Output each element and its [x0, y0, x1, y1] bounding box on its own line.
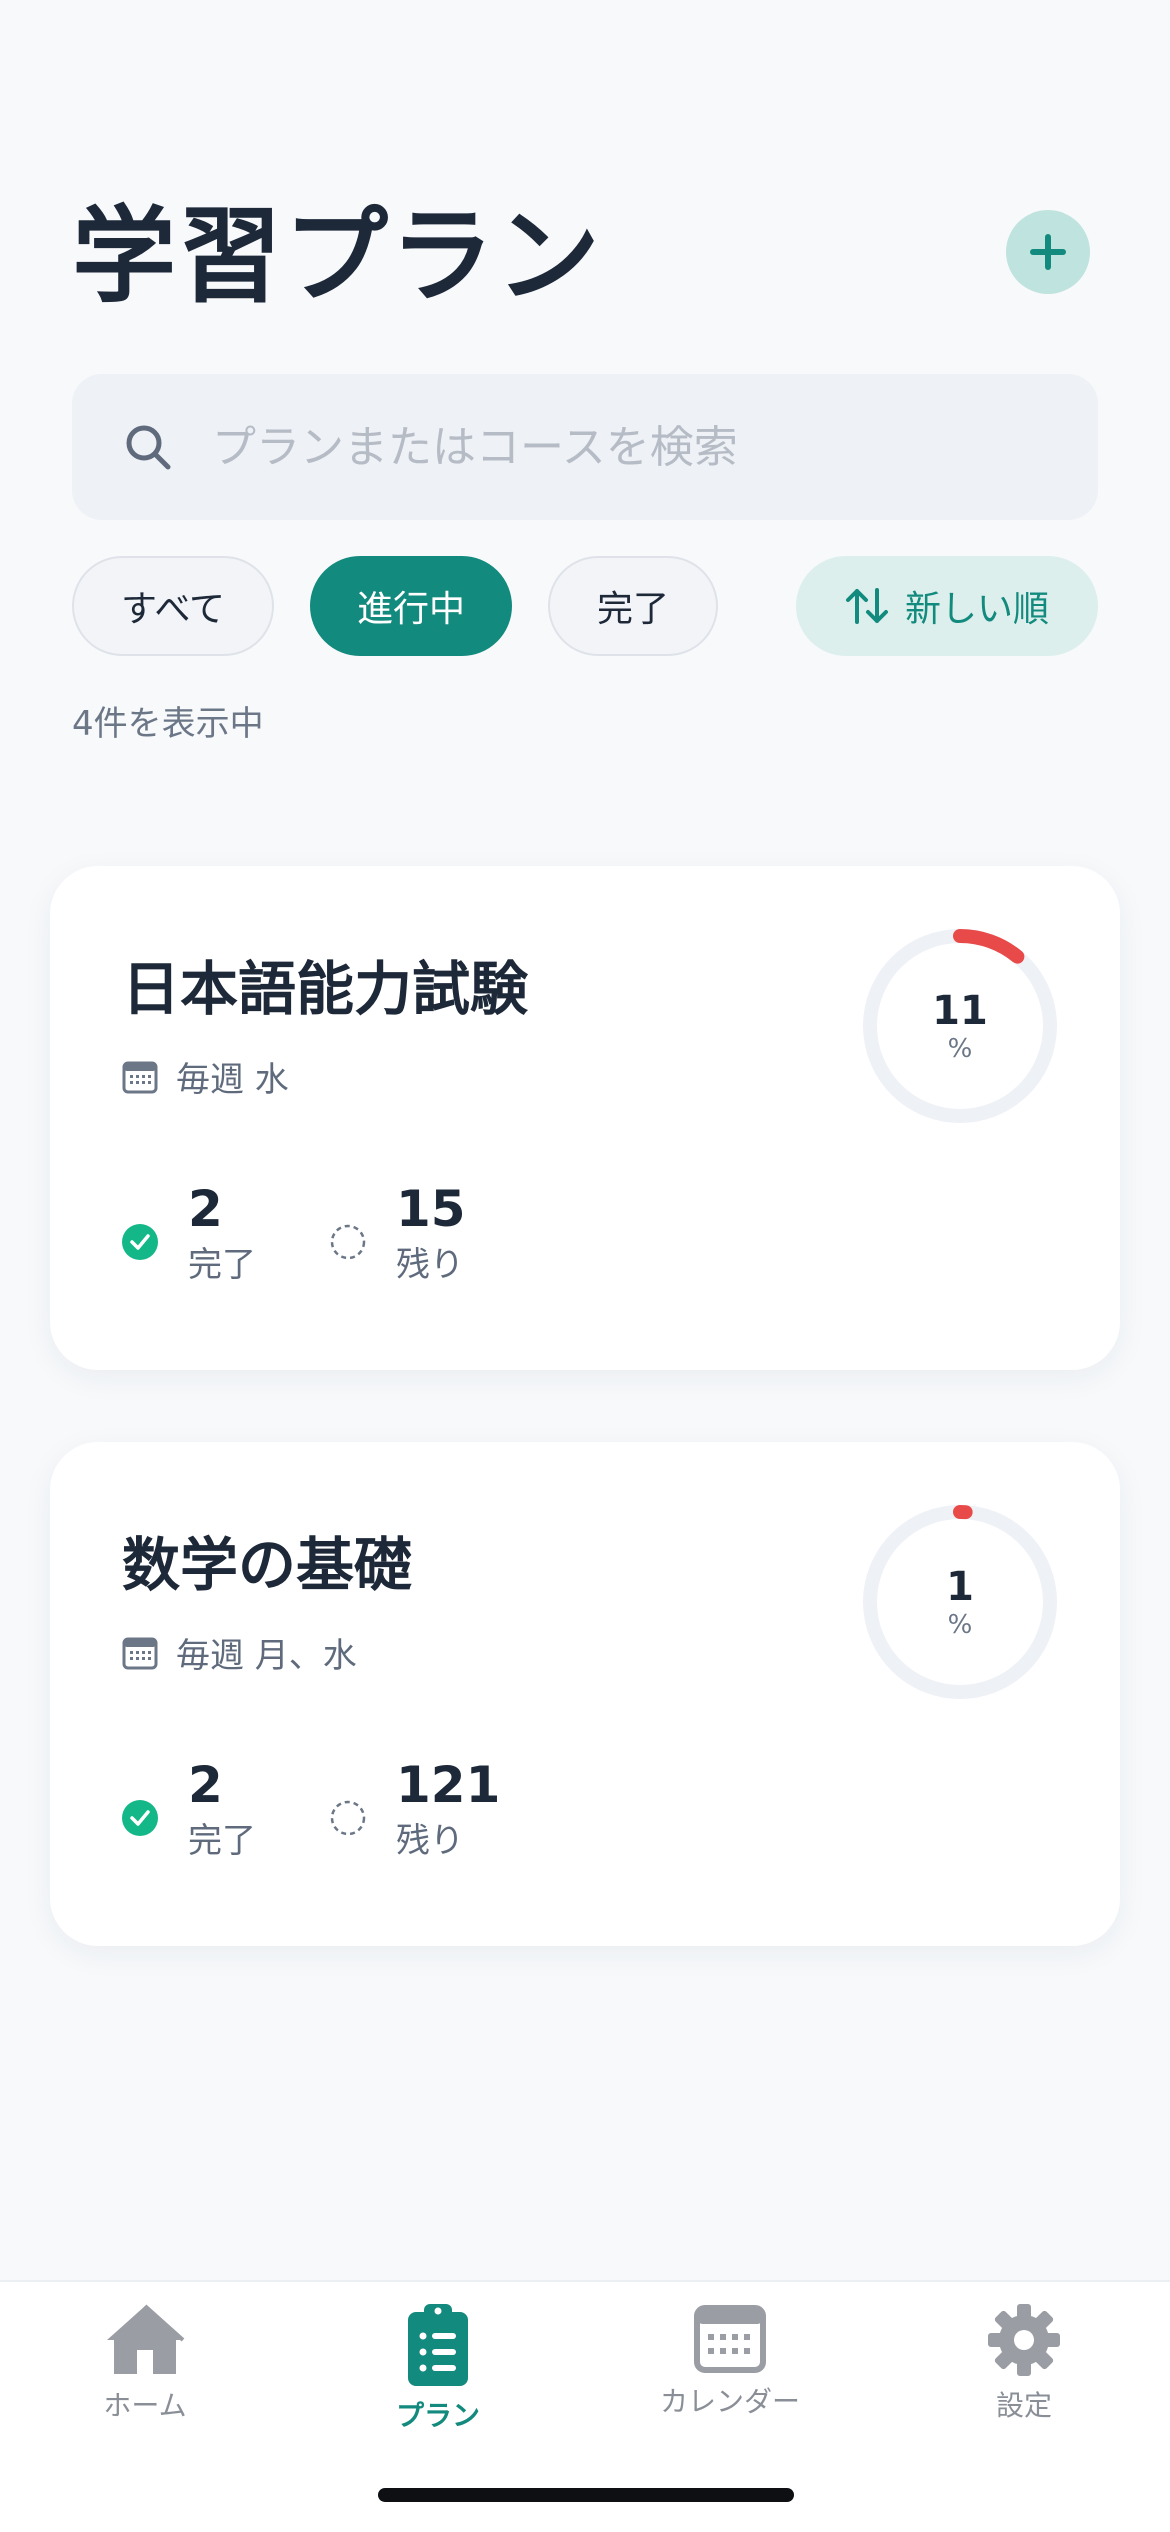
home-icon [107, 2304, 185, 2374]
page-title: 学習プラン [72, 195, 603, 317]
dashed-circle-icon [330, 1800, 366, 1836]
check-circle-icon [122, 1800, 158, 1836]
plan-stats: 2 完了 121 残り [122, 1754, 500, 1866]
plan-stats: 2 完了 15 残り [122, 1178, 466, 1290]
plan-schedule-text: 毎週 月、水 [176, 1636, 357, 1676]
nav-item-calendar[interactable]: カレンダー [630, 2302, 830, 2420]
sort-label: 新しい順 [904, 589, 1049, 630]
nav-item-settings[interactable]: 設定 [924, 2302, 1124, 2424]
nav-label-settings: 設定 [995, 2389, 1052, 2422]
filter-in-progress-chip[interactable]: 進行中 [310, 556, 512, 656]
add-plan-button[interactable] [1006, 210, 1090, 294]
filter-completed-label: 完了 [596, 589, 669, 630]
nav-label-home: ホーム [103, 2389, 187, 2422]
remaining-count: 15 [396, 1180, 466, 1238]
gear-icon [988, 2304, 1060, 2376]
plan-card[interactable]: 日本語能力試験 毎週 水 11 % 2 完了 15 残り [50, 866, 1120, 1370]
progress-ring-label: 1 % [860, 1502, 1060, 1702]
completed-stat: 2 完了 [122, 1178, 256, 1290]
remaining-stat: 15 残り [330, 1178, 466, 1290]
header: 学習プラン [72, 196, 1098, 316]
filter-completed-chip[interactable]: 完了 [548, 556, 718, 656]
completed-label: 完了 [188, 1245, 256, 1285]
calendar-icon [694, 2305, 766, 2373]
search-input[interactable] [212, 421, 1012, 473]
progress-ring-label: 11 % [860, 926, 1060, 1126]
remaining-stat: 121 残り [330, 1754, 500, 1866]
completed-stat: 2 完了 [122, 1754, 256, 1866]
calendar-icon [122, 1637, 158, 1669]
plan-card[interactable]: 数学の基礎 毎週 月、水 1 % 2 完了 121 残り [50, 1442, 1120, 1946]
completed-count: 2 [188, 1180, 223, 1238]
dashed-circle-icon [330, 1224, 366, 1260]
sort-button[interactable]: 新しい順 [796, 556, 1098, 656]
search-bar[interactable] [72, 374, 1098, 520]
search-icon [126, 425, 171, 470]
completed-count: 2 [188, 1756, 223, 1814]
sort-arrows-icon [845, 588, 888, 624]
clipboard-list-icon [408, 2304, 468, 2386]
progress-value: 11 [932, 988, 988, 1034]
remaining-count: 121 [396, 1756, 501, 1814]
check-circle-icon [122, 1224, 158, 1260]
calendar-icon [122, 1061, 158, 1093]
filter-all-label: すべて [120, 589, 226, 630]
nav-item-home[interactable]: ホーム [45, 2302, 245, 2424]
plus-icon [1030, 234, 1066, 270]
nav-label-calendar: カレンダー [659, 2385, 800, 2418]
nav-item-plans[interactable]: プラン [338, 2302, 538, 2434]
remaining-label: 残り [396, 1821, 464, 1861]
progress-unit: % [947, 1610, 973, 1640]
plan-schedule-text: 毎週 水 [176, 1060, 289, 1100]
home-indicator [378, 2488, 794, 2502]
nav-label-plans: プラン [395, 2399, 480, 2432]
plan-schedule: 毎週 水 [122, 1052, 289, 1101]
filter-in-progress-label: 進行中 [356, 589, 465, 630]
result-count: 4件を表示中 [72, 704, 264, 744]
plan-title: 数学の基礎 [122, 1531, 413, 1599]
filter-all-chip[interactable]: すべて [72, 556, 274, 656]
progress-unit: % [947, 1034, 973, 1064]
plan-schedule: 毎週 月、水 [122, 1628, 357, 1677]
completed-label: 完了 [188, 1821, 256, 1861]
progress-value: 1 [946, 1564, 974, 1610]
plan-title: 日本語能力試験 [122, 955, 529, 1023]
remaining-label: 残り [396, 1245, 464, 1285]
